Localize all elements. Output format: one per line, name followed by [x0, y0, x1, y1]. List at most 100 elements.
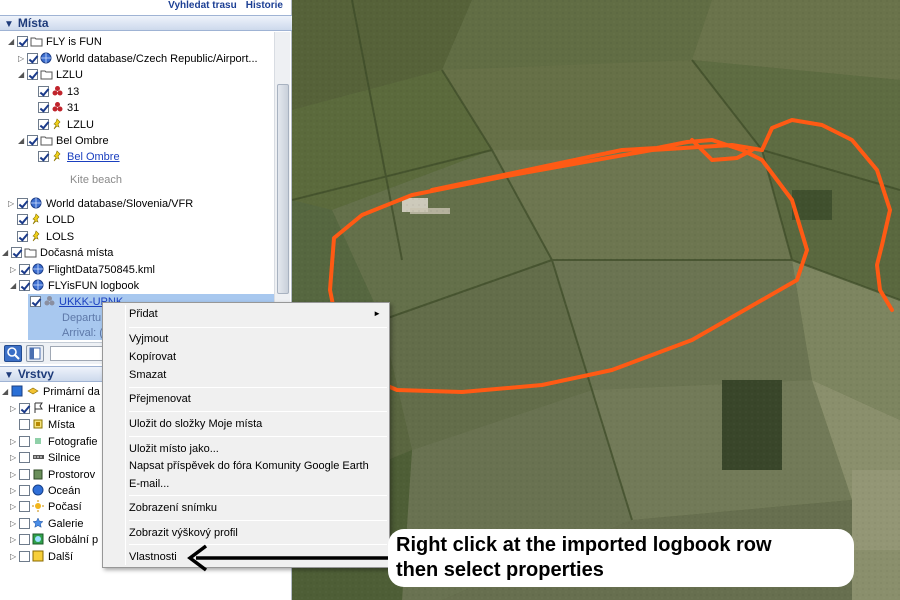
checkbox[interactable] [27, 135, 38, 146]
layer-item[interactable]: ▷ Prostorov [10, 467, 95, 483]
tree-item[interactable]: ◢ Dočasná místa [2, 245, 113, 261]
expand-icon[interactable]: ◢ [8, 34, 17, 50]
menu-item-email[interactable]: E-mail... [129, 475, 387, 493]
menu-item-add[interactable]: Přidat ► [129, 305, 387, 323]
checkbox[interactable] [19, 280, 30, 291]
checkbox[interactable] [19, 452, 30, 463]
layer-label: Oceán [48, 485, 81, 497]
layer-item[interactable]: ▷ Další [10, 549, 73, 565]
checkbox[interactable] [17, 36, 28, 47]
menu-item-save-place-as[interactable]: Uložit místo jako... [129, 440, 387, 458]
tree-item[interactable]: 31 [38, 100, 79, 116]
tree-item[interactable]: ◢ Bel Ombre [18, 133, 109, 149]
checkbox[interactable] [19, 264, 30, 275]
layer-item[interactable]: ▷ Fotografie [10, 434, 98, 450]
expand-icon[interactable]: ▷ [10, 532, 19, 548]
expand-icon[interactable]: ▷ [10, 434, 19, 450]
menu-item-copy[interactable]: Kopírovat [129, 348, 387, 366]
layer-item[interactable]: ▷ Počasí [10, 499, 82, 515]
menu-item-save-to-my-places[interactable]: Uložit do složky Moje místa [129, 415, 387, 433]
expand-icon[interactable]: ▷ [10, 483, 19, 499]
checkbox[interactable] [27, 69, 38, 80]
checkbox[interactable] [38, 86, 49, 97]
checkbox[interactable] [38, 151, 49, 162]
collapse-icon[interactable]: ▼ [4, 19, 14, 30]
tree-item-label: LOLD [46, 214, 75, 226]
layer-item[interactable]: Místa [10, 417, 75, 433]
expand-icon[interactable]: ◢ [18, 67, 27, 83]
menu-item-cut[interactable]: Vyjmout [129, 330, 387, 348]
checkbox[interactable] [17, 198, 28, 209]
expand-icon[interactable]: ◢ [10, 278, 19, 294]
checkbox[interactable] [11, 247, 22, 258]
scrollbar-thumb[interactable] [277, 84, 289, 294]
menu-item-post-to-community[interactable]: Napsat příspěvek do fóra Komunity Google… [129, 457, 387, 475]
layer-item[interactable]: ▷ Hranice a [10, 401, 95, 417]
checkbox[interactable] [19, 551, 30, 562]
placemark-link[interactable]: Bel Ombre [67, 151, 120, 163]
weather-icon [32, 500, 45, 512]
history-link[interactable]: Historie [246, 0, 283, 11]
places-panel-header[interactable]: ▼ Místa [0, 15, 292, 31]
callout-line-1: Right click at the imported logbook row [396, 534, 772, 556]
checkbox[interactable] [19, 436, 30, 447]
checkbox[interactable] [19, 469, 30, 480]
layer-item[interactable]: ▷ Globální p [10, 532, 98, 548]
expand-icon[interactable]: ▷ [10, 401, 19, 417]
expand-icon[interactable]: ▷ [18, 51, 27, 67]
folder-icon [40, 68, 53, 80]
menu-separator [129, 327, 387, 328]
layer-item[interactable]: ▷ Galerie [10, 516, 83, 532]
tree-item[interactable]: ◢ FLY is FUN [8, 34, 102, 50]
expand-icon[interactable]: ▷ [10, 516, 19, 532]
layer-item[interactable]: ▷ Silnice [10, 450, 80, 466]
menu-item-snapshot-view[interactable]: Zobrazení snímku [129, 499, 387, 517]
checkbox[interactable] [19, 501, 30, 512]
directions-link[interactable]: Vyhledat trasu [168, 0, 237, 11]
expand-icon[interactable]: ▷ [10, 450, 19, 466]
checkbox[interactable] [38, 102, 49, 113]
tree-item[interactable]: 13 [38, 84, 79, 100]
checkbox[interactable] [19, 419, 30, 430]
panel-toggle-button[interactable] [26, 345, 44, 362]
places-filter-input[interactable] [50, 346, 110, 361]
tree-item[interactable]: ▷ World database/Czech Republic/Airport..… [18, 51, 258, 67]
tree-item[interactable]: LOLS [17, 229, 74, 245]
expand-icon[interactable]: ◢ [2, 384, 11, 400]
pushpin-icon [51, 118, 64, 130]
checkbox[interactable] [27, 53, 38, 64]
checkbox[interactable] [38, 119, 49, 130]
tree-item[interactable]: ▷ World database/Slovenia/VFR [8, 196, 193, 212]
menu-item-label: Přidat [129, 308, 158, 320]
checkbox[interactable] [19, 518, 30, 529]
expand-icon[interactable]: ▷ [10, 499, 19, 515]
expand-icon[interactable]: ▷ [8, 196, 17, 212]
checkbox[interactable] [17, 231, 28, 242]
expand-icon[interactable]: ▷ [10, 467, 19, 483]
layer-item[interactable]: ◢ Primární da [2, 384, 100, 400]
tree-item[interactable]: ▷ FlightData750845.kml [10, 262, 155, 278]
expand-icon[interactable]: ◢ [2, 245, 11, 261]
arrival-text: Arrival: ( [62, 327, 103, 339]
checkbox[interactable] [19, 485, 30, 496]
tree-item[interactable]: Bel Ombre [38, 149, 120, 165]
menu-item-rename[interactable]: Přejmenovat [129, 390, 387, 408]
tree-item[interactable]: LOLD [17, 212, 75, 228]
checkbox[interactable] [19, 403, 30, 414]
places-tree: ◢ FLY is FUN ▷ World database/Czech Republ… [0, 32, 274, 340]
search-button[interactable] [4, 345, 22, 362]
tree-item[interactable]: ◢ FLYisFUN logbook [10, 278, 139, 294]
menu-item-delete[interactable]: Smazat [129, 366, 387, 384]
checkbox[interactable] [17, 214, 28, 225]
menu-item-elevation-profile[interactable]: Zobrazit výškový profil [129, 524, 387, 542]
layer-item[interactable]: ▷ Oceán [10, 483, 80, 499]
tree-item[interactable]: LZLU [38, 117, 94, 133]
expand-icon[interactable]: ▷ [10, 262, 19, 278]
expand-icon[interactable]: ▷ [10, 549, 19, 565]
places-scrollbar[interactable] [274, 32, 290, 340]
tree-item[interactable]: ◢ LZLU [18, 67, 83, 83]
checkbox[interactable] [30, 296, 41, 307]
collapse-icon[interactable]: ▼ [4, 370, 14, 381]
expand-icon[interactable]: ◢ [18, 133, 27, 149]
checkbox[interactable] [19, 534, 30, 545]
